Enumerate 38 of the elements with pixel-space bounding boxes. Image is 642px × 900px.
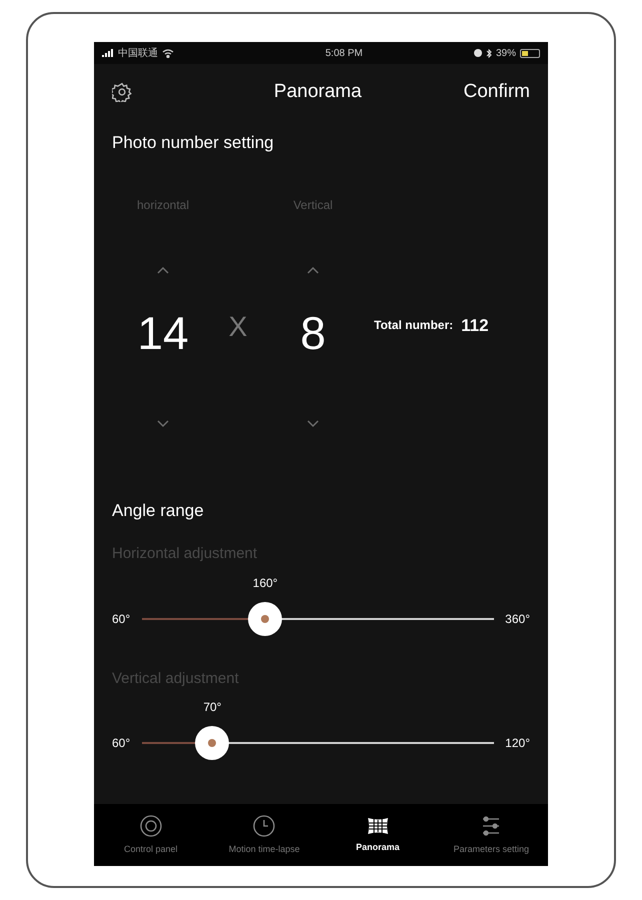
slider-min: 60° bbox=[112, 610, 132, 628]
screen-title: Panorama bbox=[274, 80, 362, 104]
bluetooth-icon bbox=[486, 48, 492, 58]
section-title: Photo number setting bbox=[112, 132, 275, 154]
signal-icon bbox=[102, 49, 114, 57]
battery-icon bbox=[520, 48, 540, 58]
total-label: Total number: bbox=[374, 317, 454, 334]
slider-reading: 70° bbox=[202, 699, 222, 716]
picker-value: 14 bbox=[137, 310, 189, 356]
tab[interactable]: Control panel bbox=[94, 804, 208, 866]
tab[interactable]: Parameters setting bbox=[434, 804, 548, 866]
chevron-up-icon[interactable] bbox=[157, 266, 169, 274]
chevron-up-icon[interactable] bbox=[307, 266, 319, 274]
section-title: Angle range bbox=[112, 500, 205, 522]
slider-reading: 160° bbox=[252, 574, 279, 592]
multiply-sign: X bbox=[228, 310, 248, 344]
picker-label: Vertical bbox=[293, 196, 333, 214]
chevron-down-icon[interactable] bbox=[157, 420, 169, 428]
status-time: 5:08 PM bbox=[325, 46, 363, 60]
settings-icon[interactable] bbox=[112, 82, 132, 102]
carrier-name: 中国联通 bbox=[118, 46, 158, 60]
chevron-down-icon[interactable] bbox=[307, 420, 319, 428]
battery-percent: 39% bbox=[496, 46, 516, 60]
slider-thumb[interactable] bbox=[248, 602, 282, 636]
slider-thumb[interactable] bbox=[195, 726, 230, 760]
dial-icon bbox=[138, 814, 163, 838]
tab[interactable]: Panorama bbox=[321, 804, 434, 866]
tab[interactable]: Motion time-lapse bbox=[208, 804, 321, 866]
picker-label: horizontal bbox=[136, 196, 190, 214]
wifi-icon bbox=[162, 48, 174, 58]
confirm-button[interactable]: Confirm bbox=[463, 78, 530, 106]
total-value: 112 bbox=[461, 314, 489, 336]
clock-icon bbox=[252, 814, 276, 838]
slider-max: 360° bbox=[504, 610, 530, 628]
picker-value: 8 bbox=[300, 310, 326, 356]
slider-min: 60° bbox=[112, 735, 132, 752]
grid-icon bbox=[366, 816, 390, 836]
slider-max: 120° bbox=[504, 735, 530, 752]
